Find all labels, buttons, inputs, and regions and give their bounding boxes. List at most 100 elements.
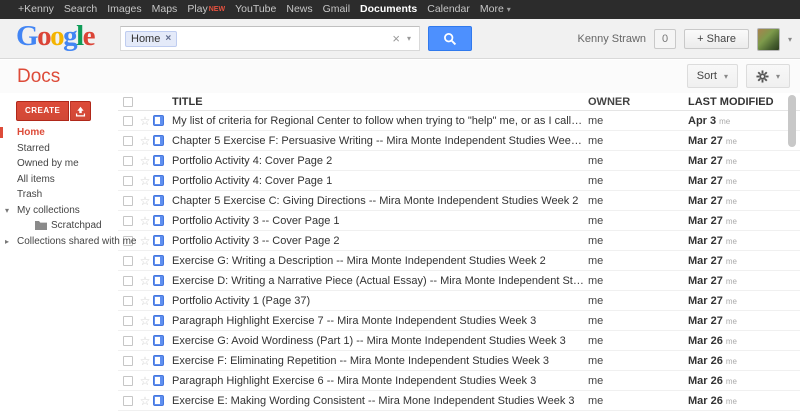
star-icon[interactable]: ☆ (137, 395, 153, 407)
doc-title[interactable]: Exercise E: Making Wording Consistent --… (170, 395, 584, 407)
star-icon[interactable]: ☆ (137, 115, 153, 127)
row-checkbox[interactable] (123, 296, 133, 306)
nav-item-documents[interactable]: Documents (355, 0, 422, 19)
table-row[interactable]: ☆ Exercise F: Eliminating Repetition -- … (118, 351, 800, 371)
doc-title[interactable]: My list of criteria for Regional Center … (170, 115, 584, 127)
table-row[interactable]: ☆ Paragraph Highlight Exercise 6 -- Mira… (118, 371, 800, 391)
table-row[interactable]: ☆ Exercise G: Avoid Wordiness (Part 1) -… (118, 331, 800, 351)
row-checkbox[interactable] (123, 216, 133, 226)
table-row[interactable]: ☆ Chapter 5 Exercise F: Persuasive Writi… (118, 131, 800, 151)
doc-title[interactable]: Portfolio Activity 4: Cover Page 1 (170, 175, 584, 187)
doc-title[interactable]: Portfolio Activity 3 -- Cover Page 2 (170, 235, 584, 247)
nav-item-news[interactable]: News (281, 0, 317, 19)
sidebar-item-collections-shared-with-me[interactable]: ▸Collections shared with me (0, 234, 118, 250)
table-row[interactable]: ☆ Portfolio Activity 4: Cover Page 1 me … (118, 171, 800, 191)
doc-title[interactable]: Exercise G: Avoid Wordiness (Part 1) -- … (170, 335, 584, 347)
share-button[interactable]: + Share (684, 29, 749, 49)
triangle-down-icon[interactable]: ▾ (5, 203, 9, 219)
nav-item-calendar[interactable]: Calendar (422, 0, 475, 19)
star-icon[interactable]: ☆ (137, 175, 153, 187)
nav-item-gmail[interactable]: Gmail (318, 0, 355, 19)
star-icon[interactable]: ☆ (137, 235, 153, 247)
row-checkbox[interactable] (123, 316, 133, 326)
doc-title[interactable]: Exercise F: Eliminating Repetition -- Mi… (170, 355, 584, 367)
triangle-right-icon[interactable]: ▸ (5, 234, 9, 250)
row-checkbox[interactable] (123, 276, 133, 286)
row-checkbox[interactable] (123, 256, 133, 266)
row-checkbox[interactable] (123, 336, 133, 346)
doc-title[interactable]: Exercise D: Writing a Narrative Piece (A… (170, 275, 584, 287)
row-checkbox[interactable] (123, 396, 133, 406)
search-input[interactable]: Home × × ▾ (120, 26, 420, 51)
row-checkbox[interactable] (123, 376, 133, 386)
settings-button[interactable]: ▾ (746, 64, 790, 88)
star-icon[interactable]: ☆ (137, 155, 153, 167)
notifications-counter-badge[interactable]: 0 (654, 29, 676, 49)
star-icon[interactable]: ☆ (137, 335, 153, 347)
search-options-dropdown-icon[interactable]: ▾ (405, 34, 419, 43)
column-header-title[interactable]: TITLE (170, 96, 584, 108)
search-filter-chip[interactable]: Home × (125, 31, 177, 47)
sidebar-item-trash[interactable]: Trash (0, 187, 118, 203)
table-row[interactable]: ☆ Exercise E: Making Wording Consistent … (118, 391, 800, 411)
upload-button[interactable] (70, 101, 91, 121)
nav-item-kenny[interactable]: +Kenny (13, 0, 59, 19)
select-all-checkbox[interactable] (123, 97, 133, 107)
account-dropdown-icon[interactable]: ▾ (788, 35, 792, 44)
search-button[interactable] (428, 26, 472, 51)
star-icon[interactable]: ☆ (137, 275, 153, 287)
google-logo[interactable]: Google (16, 20, 94, 53)
doc-title[interactable]: Chapter 5 Exercise F: Persuasive Writing… (170, 135, 584, 147)
table-row[interactable]: ☆ Paragraph Highlight Exercise 7 -- Mira… (118, 311, 800, 331)
row-checkbox[interactable] (123, 356, 133, 366)
doc-title[interactable]: Portfolio Activity 4: Cover Page 2 (170, 155, 584, 167)
doc-title[interactable]: Portfolio Activity 3 -- Cover Page 1 (170, 215, 584, 227)
table-row[interactable]: ☆ Exercise G: Writing a Description -- M… (118, 251, 800, 271)
table-row[interactable]: ☆ Portfolio Activity 3 -- Cover Page 2 m… (118, 231, 800, 251)
clear-search-icon[interactable]: × (387, 32, 405, 45)
star-icon[interactable]: ☆ (137, 195, 153, 207)
nav-item-search[interactable]: Search (59, 0, 102, 19)
star-icon[interactable]: ☆ (137, 255, 153, 267)
sidebar-item-home[interactable]: Home (0, 125, 118, 141)
star-icon[interactable]: ☆ (137, 355, 153, 367)
nav-item-youtube[interactable]: YouTube (230, 0, 281, 19)
doc-title[interactable]: Portfolio Activity 1 (Page 37) (170, 295, 584, 307)
table-row[interactable]: ☆ Portfolio Activity 4: Cover Page 2 me … (118, 151, 800, 171)
row-checkbox[interactable] (123, 176, 133, 186)
doc-title[interactable]: Paragraph Highlight Exercise 7 -- Mira M… (170, 315, 584, 327)
table-row[interactable]: ☆ Portfolio Activity 1 (Page 37) me Mar … (118, 291, 800, 311)
star-icon[interactable]: ☆ (137, 135, 153, 147)
create-button[interactable]: CREATE (16, 101, 69, 121)
table-row[interactable]: ☆ My list of criteria for Regional Cente… (118, 111, 800, 131)
scrollbar-thumb[interactable] (788, 95, 796, 147)
sidebar-item-my-collections[interactable]: ▾My collections (0, 203, 118, 219)
row-checkbox[interactable] (123, 196, 133, 206)
doc-title[interactable]: Exercise G: Writing a Description -- Mir… (170, 255, 584, 267)
doc-title[interactable]: Chapter 5 Exercise C: Giving Directions … (170, 195, 584, 207)
star-icon[interactable]: ☆ (137, 215, 153, 227)
table-row[interactable]: ☆ Portfolio Activity 3 -- Cover Page 1 m… (118, 211, 800, 231)
nav-item-images[interactable]: Images (102, 0, 146, 19)
sidebar-item-starred[interactable]: Starred (0, 141, 118, 157)
column-header-last-modified[interactable]: LAST MODIFIED (688, 96, 800, 108)
column-header-owner[interactable]: OWNER (584, 96, 688, 108)
nav-item-more[interactable]: More▾ (475, 0, 516, 19)
user-avatar[interactable] (757, 28, 780, 51)
nav-item-play[interactable]: PlayNEW (182, 0, 230, 19)
star-icon[interactable]: ☆ (137, 375, 153, 387)
star-icon[interactable]: ☆ (137, 295, 153, 307)
sort-button[interactable]: Sort ▾ (687, 64, 738, 88)
sidebar-item-owned-by-me[interactable]: Owned by me (0, 156, 118, 172)
row-checkbox[interactable] (123, 116, 133, 126)
row-checkbox[interactable] (123, 156, 133, 166)
star-icon[interactable]: ☆ (137, 315, 153, 327)
nav-item-maps[interactable]: Maps (147, 0, 183, 19)
doc-title[interactable]: Paragraph Highlight Exercise 6 -- Mira M… (170, 375, 584, 387)
sidebar-item-scratchpad[interactable]: Scratchpad (0, 218, 118, 234)
row-checkbox[interactable] (123, 136, 133, 146)
sidebar-item-all-items[interactable]: All items (0, 172, 118, 188)
table-row[interactable]: ☆ Exercise D: Writing a Narrative Piece … (118, 271, 800, 291)
table-row[interactable]: ☆ Chapter 5 Exercise C: Giving Direction… (118, 191, 800, 211)
chip-close-icon[interactable]: × (165, 34, 171, 44)
